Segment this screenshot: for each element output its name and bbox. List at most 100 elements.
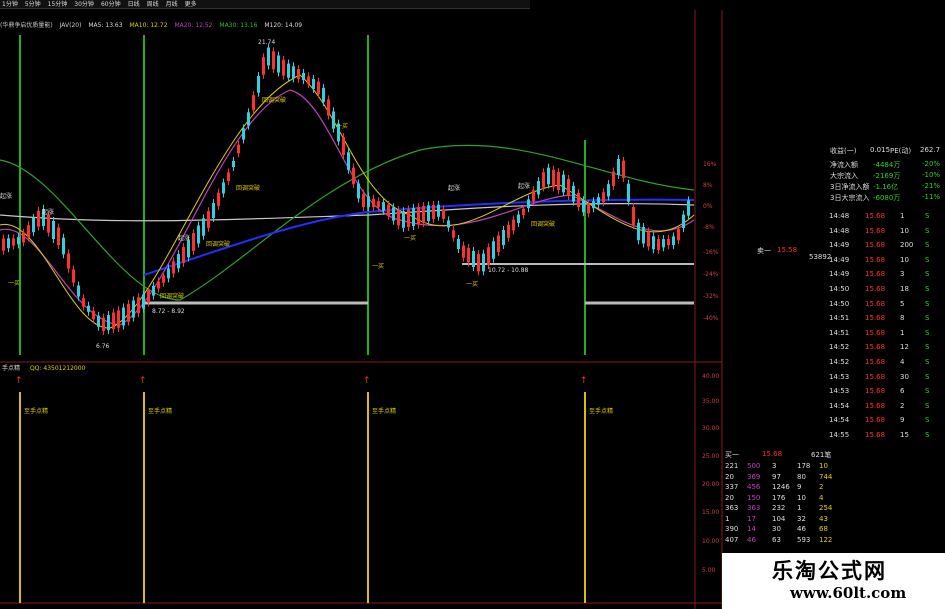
candle-body <box>127 303 130 322</box>
block3-value: -6080万 <box>873 194 901 202</box>
tick-s: S <box>925 343 930 352</box>
candle-body <box>222 182 225 194</box>
order-cell: 3 <box>772 462 777 470</box>
candle-body <box>447 220 450 228</box>
candle-body <box>492 241 495 259</box>
candle-body <box>167 268 170 279</box>
candle-body <box>382 202 385 211</box>
order-cell: 407 <box>725 535 739 544</box>
candle-body <box>257 76 260 93</box>
candle-body <box>267 47 270 66</box>
candle-body <box>342 137 345 155</box>
order-cell: 30 <box>772 525 781 533</box>
candle-body <box>47 214 50 233</box>
candle-body <box>297 69 300 79</box>
netflow-label: 净流入额 <box>830 161 858 169</box>
lower-signal-1: 至手点精 <box>24 407 48 415</box>
candle-body <box>357 183 360 199</box>
candle-body <box>367 196 370 208</box>
rise-label-5: 起涨 <box>518 182 530 190</box>
candle-body <box>332 111 335 129</box>
candle-body <box>212 202 215 219</box>
tick-s: S <box>925 212 930 220</box>
candle-body <box>502 229 505 246</box>
candle-body <box>157 281 160 289</box>
tick-v: 200 <box>900 241 914 250</box>
netflow-value: -4484万 <box>873 161 901 169</box>
candle-body <box>312 79 315 89</box>
tick-p: 15.68 <box>865 431 886 439</box>
watermark-url: www.60lt.com <box>790 584 907 602</box>
tick-p: 15.68 <box>865 226 886 235</box>
pe-value: 262.7 <box>920 146 941 154</box>
svg-text:10.00: 10.00 <box>702 538 719 545</box>
tick-t: 14:52 <box>829 358 850 366</box>
candle-body <box>202 218 205 236</box>
candle-body <box>602 192 605 203</box>
lower-panel-title: 手点精 <box>2 364 20 372</box>
tick-p: 15.68 <box>865 285 886 293</box>
candle-body <box>417 206 420 225</box>
svg-text:0%: 0% <box>703 203 713 210</box>
candle-body <box>557 172 560 190</box>
tick-v: 18 <box>900 285 909 293</box>
tick-t: 14:49 <box>829 255 850 264</box>
svg-text:16%: 16% <box>703 161 717 168</box>
candle-body <box>512 219 515 231</box>
tick-s: S <box>925 328 930 337</box>
candle-body <box>67 253 70 269</box>
candle-body <box>112 312 115 330</box>
candle-body <box>172 261 175 274</box>
y-axis-upper: 16% 8% 0% -8% -16% -24% -32% -40% <box>703 161 719 322</box>
candlesticks <box>2 43 690 335</box>
svg-text:15.00: 15.00 <box>702 509 719 516</box>
eps-value: 0.015 <box>870 146 891 154</box>
quote-panel: 收益(一) 0.015 PE(动) 262.7 净流入额 -4484万 -20%… <box>725 130 943 570</box>
candle-body <box>392 207 395 221</box>
order-cell: 1246 <box>772 483 790 491</box>
tick-t: 14:48 <box>829 212 850 220</box>
order-cell: 97 <box>772 472 781 481</box>
candle-body <box>182 247 185 263</box>
candle-body <box>217 192 220 206</box>
candle-body <box>277 55 280 73</box>
candle-body <box>177 254 180 269</box>
tick-v: 15 <box>900 431 909 439</box>
order-cell: 369 <box>747 472 761 481</box>
tick-t: 14:51 <box>829 314 850 323</box>
candle-body <box>252 95 255 111</box>
candle-body <box>372 198 375 208</box>
candle-body <box>592 201 595 209</box>
svg-text:-32%: -32% <box>703 293 719 300</box>
candle-body <box>7 238 10 249</box>
order-cell: 176 <box>772 493 786 502</box>
candle-body <box>672 236 675 246</box>
candle-body <box>82 298 85 307</box>
candle-body <box>302 72 305 81</box>
tick-p: 15.68 <box>865 372 886 381</box>
tick-t: 14:49 <box>829 241 850 250</box>
watermark-name: 乐淘公式网 <box>772 559 887 583</box>
candle-body <box>52 221 55 239</box>
candle-body <box>627 183 630 202</box>
candle-body <box>27 225 30 238</box>
tick-t: 14:54 <box>829 416 850 425</box>
order-cell: 10 <box>819 462 828 470</box>
tick-s: S <box>925 241 930 250</box>
candle-body <box>227 172 230 181</box>
svg-text:8%: 8% <box>703 182 713 189</box>
candle-body <box>577 192 580 208</box>
candle-body <box>397 210 400 226</box>
block3-pct: -11% <box>922 193 941 201</box>
candle-body <box>57 227 60 246</box>
candle-body <box>542 172 545 188</box>
candle-body <box>322 87 325 103</box>
candle-body <box>677 229 680 241</box>
breakout-label-5: 回调突破 <box>531 220 555 228</box>
svg-text:↑: ↑ <box>580 376 588 386</box>
candle-body <box>37 210 40 227</box>
svg-text:-24%: -24% <box>703 271 719 278</box>
candle-body <box>607 184 610 197</box>
buy-label-2: 一买 <box>372 262 384 270</box>
tick-v: 10 <box>900 226 909 235</box>
